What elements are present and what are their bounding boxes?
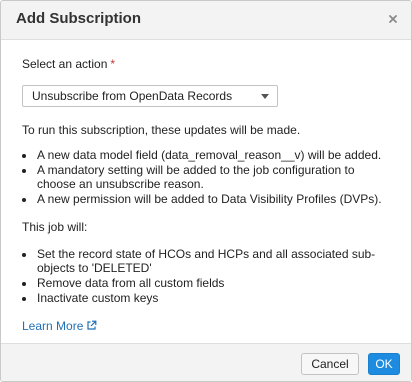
updates-intro: To run this subscription, these updates … bbox=[22, 123, 301, 137]
list-item: Remove data from all custom fields bbox=[36, 276, 394, 290]
action-select-value: Unsubscribe from OpenData Records bbox=[32, 89, 233, 103]
list-item: A new data model field (data_removal_rea… bbox=[36, 148, 394, 162]
dialog-title: Add Subscription bbox=[16, 10, 141, 27]
cancel-button[interactable]: Cancel bbox=[301, 353, 359, 375]
learn-more-text: Learn More bbox=[22, 319, 84, 333]
required-marker: * bbox=[110, 57, 116, 71]
add-subscription-dialog: Add Subscription Select an action * Unsub… bbox=[0, 0, 412, 382]
chevron-down-icon bbox=[261, 94, 269, 99]
close-icon[interactable] bbox=[385, 11, 401, 27]
dialog-header: Add Subscription bbox=[1, 1, 411, 40]
external-link-icon bbox=[86, 320, 97, 334]
action-label-text: Select an action bbox=[22, 57, 108, 71]
dialog-body: Select an action * Unsubscribe from OpenD… bbox=[22, 57, 394, 334]
job-heading: This job will: bbox=[22, 220, 88, 234]
ok-button[interactable]: OK bbox=[368, 353, 400, 375]
updates-list: A new data model field (data_removal_rea… bbox=[22, 148, 394, 206]
list-item: A new permission will be added to Data V… bbox=[36, 192, 394, 206]
action-label: Select an action * bbox=[22, 57, 394, 71]
action-select[interactable]: Unsubscribe from OpenData Records bbox=[22, 85, 278, 107]
list-item: A mandatory setting will be added to the… bbox=[36, 163, 394, 191]
learn-more-link[interactable]: Learn More bbox=[22, 319, 97, 334]
list-item: Set the record state of HCOs and HCPs an… bbox=[36, 247, 394, 275]
job-actions-list: Set the record state of HCOs and HCPs an… bbox=[22, 247, 394, 305]
list-item: Inactivate custom keys bbox=[36, 291, 394, 305]
dialog-footer: Cancel OK bbox=[1, 343, 411, 381]
